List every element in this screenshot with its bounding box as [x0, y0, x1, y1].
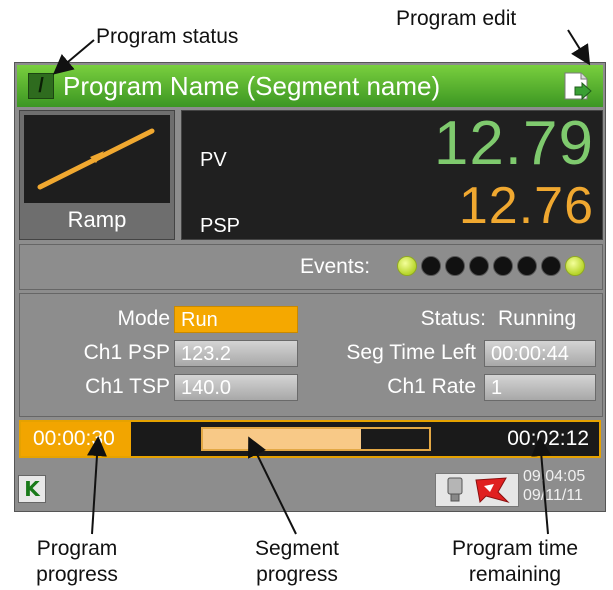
title-bar: / Program Name (Segment name) — [17, 65, 603, 107]
segment-progress-bar — [201, 427, 431, 451]
status-icon-tray — [435, 473, 519, 507]
callout-program-edit: Program edit — [396, 7, 517, 30]
ramp-icon — [37, 128, 155, 190]
mode-field[interactable]: Run — [174, 306, 298, 333]
mode-label: Mode — [117, 307, 170, 330]
segment-type-label: Ramp — [67, 207, 127, 232]
event-indicator-2 — [421, 256, 441, 276]
clock-time: 09:04:05 — [523, 468, 586, 485]
bottom-bar: K 09:04:05 09/11/11 — [15, 465, 605, 511]
ch1-psp-field[interactable]: 123.2 — [174, 340, 298, 367]
event-indicator-5 — [493, 256, 513, 276]
callout-program-progress-line2: progress — [36, 563, 118, 586]
program-title: Program Name (Segment name) — [63, 71, 441, 101]
segment-type-graphic — [24, 115, 170, 203]
program-status-indicator[interactable]: / — [28, 73, 54, 99]
segment-progress-fill — [203, 429, 361, 449]
event-indicator-4 — [469, 256, 489, 276]
callout-time-remaining-line1: Program time — [451, 537, 579, 560]
program-progress-bar: 00:00:30 00:02:12 — [19, 420, 601, 458]
ch1-psp-label: Ch1 PSP — [83, 341, 170, 364]
program-elapsed-time: 00:00:30 — [33, 427, 115, 450]
psp-value: 12.76 — [458, 177, 594, 235]
seg-time-left-field[interactable]: 00:00:44 — [484, 340, 596, 367]
event-indicator-6 — [517, 256, 537, 276]
event-indicators — [397, 256, 585, 276]
ch1-rate-field[interactable]: 1 — [484, 374, 596, 401]
event-indicator-7 — [541, 256, 561, 276]
callout-segment-progress-line2: progress — [256, 563, 338, 586]
program-time-remaining: 00:02:12 — [507, 427, 589, 450]
event-indicator-3 — [445, 256, 465, 276]
segment-type-panel: Ramp — [19, 110, 175, 240]
program-parameters-panel: Mode Run Ch1 PSP 123.2 Ch1 TSP 140.0 Sta… — [19, 293, 603, 417]
callout-program-time-remaining: Program time remaining — [420, 536, 610, 588]
pv-label: PV — [200, 149, 227, 171]
seg-time-left-label: Seg Time Left — [346, 341, 476, 364]
psp-label: PSP — [200, 215, 241, 237]
callout-segment-progress-line1: Segment — [254, 537, 340, 560]
process-values-panel: PV 12.79 PSP 12.76 — [181, 109, 603, 240]
k-logo-icon[interactable]: K — [18, 475, 46, 503]
callout-program-progress: Program progress — [2, 536, 152, 588]
program-edit-arrow — [567, 29, 591, 66]
pv-value: 12.79 — [433, 109, 594, 178]
alarm-bell-icon[interactable] — [475, 477, 510, 504]
callout-segment-progress: Segment progress — [222, 536, 372, 588]
clock-date: 09/11/11 — [523, 487, 583, 504]
clock-display: 09:04:05 09/11/11 — [523, 467, 585, 505]
callout-time-remaining-line2: remaining — [468, 563, 562, 586]
event-indicator-8 — [565, 256, 585, 276]
events-panel: Events: — [19, 244, 603, 290]
ch1-tsp-label: Ch1 TSP — [85, 375, 170, 398]
program-edit-icon[interactable] — [561, 70, 593, 102]
status-value: Running — [498, 307, 577, 330]
ch1-tsp-field[interactable]: 140.0 — [174, 374, 298, 401]
usb-icon[interactable] — [447, 477, 463, 502]
event-indicator-1 — [397, 256, 417, 276]
events-label: Events: — [300, 255, 371, 278]
programmer-screen: / Program Name (Segment name) Ramp PV 12… — [14, 62, 606, 512]
status-label: Status: — [420, 307, 486, 330]
ch1-rate-label: Ch1 Rate — [387, 375, 476, 398]
callout-program-status: Program status — [96, 25, 239, 48]
callout-program-progress-line1: Program — [36, 537, 118, 560]
